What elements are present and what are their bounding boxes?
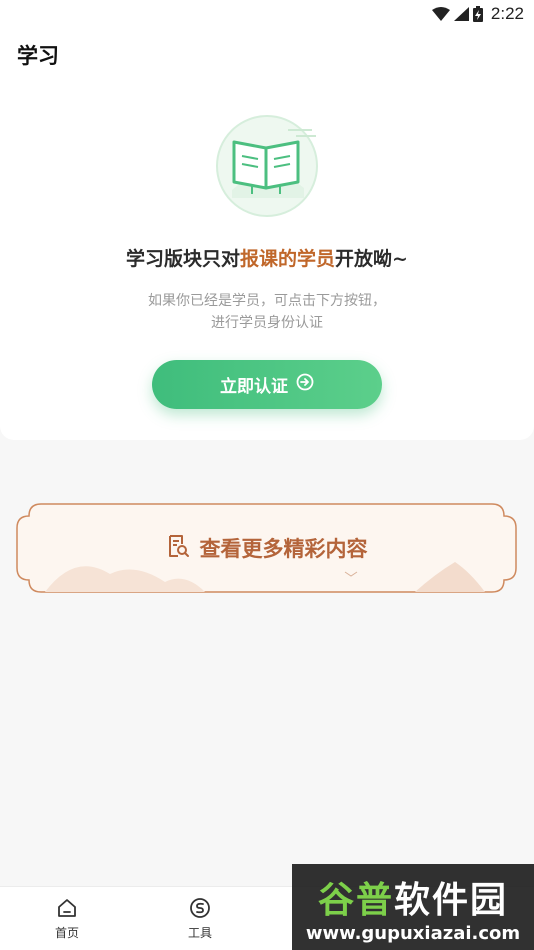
headline-text-after: 开放呦~: [335, 248, 408, 270]
status-bar: 2:22: [0, 0, 534, 28]
document-search-icon: [166, 534, 190, 563]
nav-label-tools: 工具: [187, 926, 212, 940]
open-book-icon: [212, 112, 324, 220]
page-title: 学习: [17, 43, 59, 68]
more-content-banner[interactable]: 查看更多精彩内容: [15, 502, 518, 594]
study-empty-card: 学习 学习版块只对报课的学员开放呦~ 如果你已经是学员，可点击下方按钮， 进行学…: [0, 28, 534, 440]
verify-button-label: 立即认证: [220, 377, 288, 397]
tools-icon: [189, 897, 211, 922]
empty-headline: 学习版块只对报课的学员开放呦~: [0, 244, 534, 271]
cellular-signal-icon: [453, 7, 469, 21]
arrow-circle-right-icon: [296, 373, 314, 396]
headline-text-before: 学习版块只对: [126, 248, 241, 270]
wifi-icon: [431, 7, 450, 21]
description-line-1: 如果你已经是学员，可点击下方按钮，: [148, 293, 386, 309]
site-watermark: 谷普软件园 www.gupuxiazai.com: [292, 864, 534, 950]
description-line-2: 进行学员身份认证: [211, 315, 323, 331]
home-icon: [56, 897, 78, 922]
more-content-row: 查看更多精彩内容: [15, 502, 518, 594]
verify-now-button[interactable]: 立即认证: [152, 360, 382, 409]
nav-item-home[interactable]: 首页: [37, 897, 97, 941]
watermark-url: www.gupuxiazai.com: [305, 922, 521, 944]
empty-description: 如果你已经是学员，可点击下方按钮， 进行学员身份认证: [0, 290, 534, 334]
status-time: 2:22: [490, 4, 524, 23]
watermark-title: 谷普软件园: [317, 879, 509, 921]
nav-label-home: 首页: [54, 926, 79, 940]
more-content-label: 查看更多精彩内容: [199, 536, 368, 561]
battery-charging-icon: [472, 6, 483, 22]
headline-highlight: 报课的学员: [240, 248, 336, 270]
nav-item-tools[interactable]: 工具: [170, 897, 230, 941]
